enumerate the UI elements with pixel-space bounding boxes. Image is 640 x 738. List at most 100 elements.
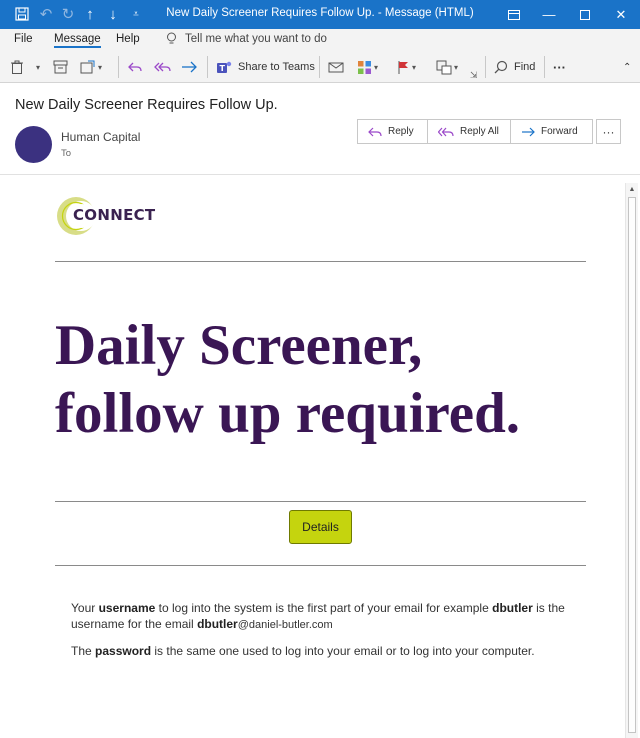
tell-me-text: Tell me what you want to do [185, 32, 327, 45]
divider-top [55, 261, 586, 262]
ribbon-display-icon[interactable] [496, 0, 532, 29]
headline: Daily Screener, follow up required. [55, 312, 615, 448]
dialog-launcher-icon[interactable]: ⇲ [470, 65, 478, 85]
lightbulb-icon [167, 32, 176, 44]
forward-button[interactable]: Forward [511, 120, 592, 143]
scroll-thumb[interactable] [628, 197, 636, 733]
scroll-up-icon[interactable]: ▲ [626, 183, 638, 195]
tell-me-search[interactable]: Tell me what you want to do [166, 32, 327, 45]
chevron-down-icon: ▾ [412, 62, 417, 72]
ribbon-divider [207, 56, 208, 78]
move-button[interactable]: ▾ [80, 57, 102, 77]
chevron-down-icon: ▾ [454, 62, 459, 72]
maximize-icon[interactable] [567, 0, 603, 29]
ribbon-divider [118, 56, 119, 78]
p1-text: to log into the system is the first part… [155, 601, 493, 615]
password-paragraph: The password is the same one used to log… [71, 643, 571, 659]
p2-password-bold: password [95, 644, 152, 658]
window-title: New Daily Screener Requires Follow Up. -… [166, 7, 474, 19]
p1-email-user-bold: dbutler [197, 617, 238, 631]
more-actions-button[interactable]: ··· [596, 119, 621, 144]
archive-icon [53, 60, 68, 74]
undo-icon[interactable]: ↶ [37, 5, 55, 23]
forward-arrow-icon [522, 127, 535, 136]
reply-button[interactable]: Reply [358, 120, 428, 143]
headline-line-2: follow up required. [55, 382, 521, 445]
rules-button[interactable] [328, 57, 344, 77]
categorize-icon [358, 60, 371, 74]
p2-text: is the same one used to log into your em… [151, 644, 535, 658]
arrow-down-icon[interactable]: ↓ [104, 5, 122, 23]
headline-line-1: Daily Screener, [55, 314, 423, 377]
divider-bottom [55, 565, 586, 566]
tab-message[interactable]: Message [54, 33, 101, 48]
undo-button[interactable] [127, 57, 143, 77]
minimize-icon[interactable]: — [531, 0, 567, 29]
forward-label: Forward [541, 126, 578, 137]
p2-text: The [71, 644, 96, 658]
sender-name[interactable]: Human Capital [61, 130, 140, 144]
reply-all-button-ribbon[interactable] [154, 57, 172, 77]
categorize-button[interactable]: ▾ [357, 57, 378, 77]
ribbon-divider [544, 56, 545, 78]
search-icon [494, 60, 508, 74]
p1-text: Your [71, 601, 99, 615]
message-subject: New Daily Screener Requires Follow Up. [15, 97, 278, 113]
find-label: Find [514, 61, 536, 73]
tab-help[interactable]: Help [116, 33, 140, 45]
p1-email-domain: @daniel-butler.com [237, 619, 333, 631]
title-bar: ↶ ↻ ↑ ↓ ⩡ New Daily Screener Requires Fo… [0, 0, 640, 29]
move-icon [80, 60, 95, 74]
reply-arrow-icon [128, 62, 142, 72]
customize-qat-icon[interactable]: ⩡ [127, 5, 145, 23]
chevron-down-icon: ▾ [98, 62, 103, 72]
logo-text: CONNECT [73, 206, 156, 224]
header-divider [0, 174, 640, 175]
find-button[interactable]: Find [494, 57, 535, 77]
details-button[interactable]: Details [289, 510, 352, 544]
vertical-scrollbar[interactable]: ▲ [625, 183, 638, 738]
teams-icon: T [217, 61, 232, 73]
chevron-down-icon: ▾ [374, 62, 379, 72]
reply-all-button[interactable]: Reply All [428, 120, 511, 143]
save-icon[interactable] [13, 5, 31, 23]
translate-button[interactable]: ▾ [436, 57, 458, 77]
reply-label: Reply [388, 126, 414, 137]
delete-button[interactable] [10, 57, 24, 77]
close-icon[interactable]: ✕ [603, 0, 639, 29]
share-to-teams-label: Share to Teams [238, 61, 315, 73]
collapse-ribbon-icon[interactable]: ⌃ [623, 57, 631, 77]
reply-all-icon [154, 62, 171, 72]
svg-text:T: T [220, 64, 226, 73]
username-paragraph: Your username to log into the system is … [71, 600, 571, 633]
reply-all-label: Reply All [460, 126, 499, 137]
reply-actions: Reply Reply All Forward [357, 119, 593, 144]
share-to-teams-button[interactable]: T Share to Teams [216, 57, 315, 77]
translate-icon [436, 60, 452, 74]
flag-icon [398, 60, 408, 74]
p1-example-bold: dbutler [492, 601, 533, 615]
forward-button-ribbon[interactable] [181, 57, 198, 77]
divider-middle [55, 501, 586, 502]
ribbon-more-options-button[interactable]: ··· [553, 57, 566, 77]
redo-icon[interactable]: ↻ [59, 5, 77, 23]
reply-all-icon [438, 127, 454, 136]
follow-up-button[interactable]: ▾ [397, 57, 416, 77]
chevron-down-icon: ▾ [36, 62, 41, 72]
menu-bar: File Message Help Tell me what you want … [0, 29, 640, 51]
envelope-rules-icon [328, 62, 344, 73]
ribbon: ▾ ▾ T Share to Teams ▾ ▾ ▾ ⇲ Find ··· ⌃ [0, 51, 640, 83]
ribbon-divider [485, 56, 486, 78]
reply-arrow-icon [368, 127, 382, 136]
forward-arrow-icon [182, 61, 197, 73]
ribbon-divider [319, 56, 320, 78]
tab-file[interactable]: File [14, 33, 33, 45]
to-label: To [61, 148, 72, 159]
trash-icon [11, 60, 23, 74]
arrow-up-icon[interactable]: ↑ [81, 5, 99, 23]
connect-logo: CONNECT [55, 194, 185, 238]
p1-username-bold: username [98, 601, 156, 615]
avatar[interactable] [15, 126, 52, 163]
archive-button[interactable] [53, 57, 68, 77]
delete-dropdown[interactable]: ▾ [34, 57, 40, 77]
